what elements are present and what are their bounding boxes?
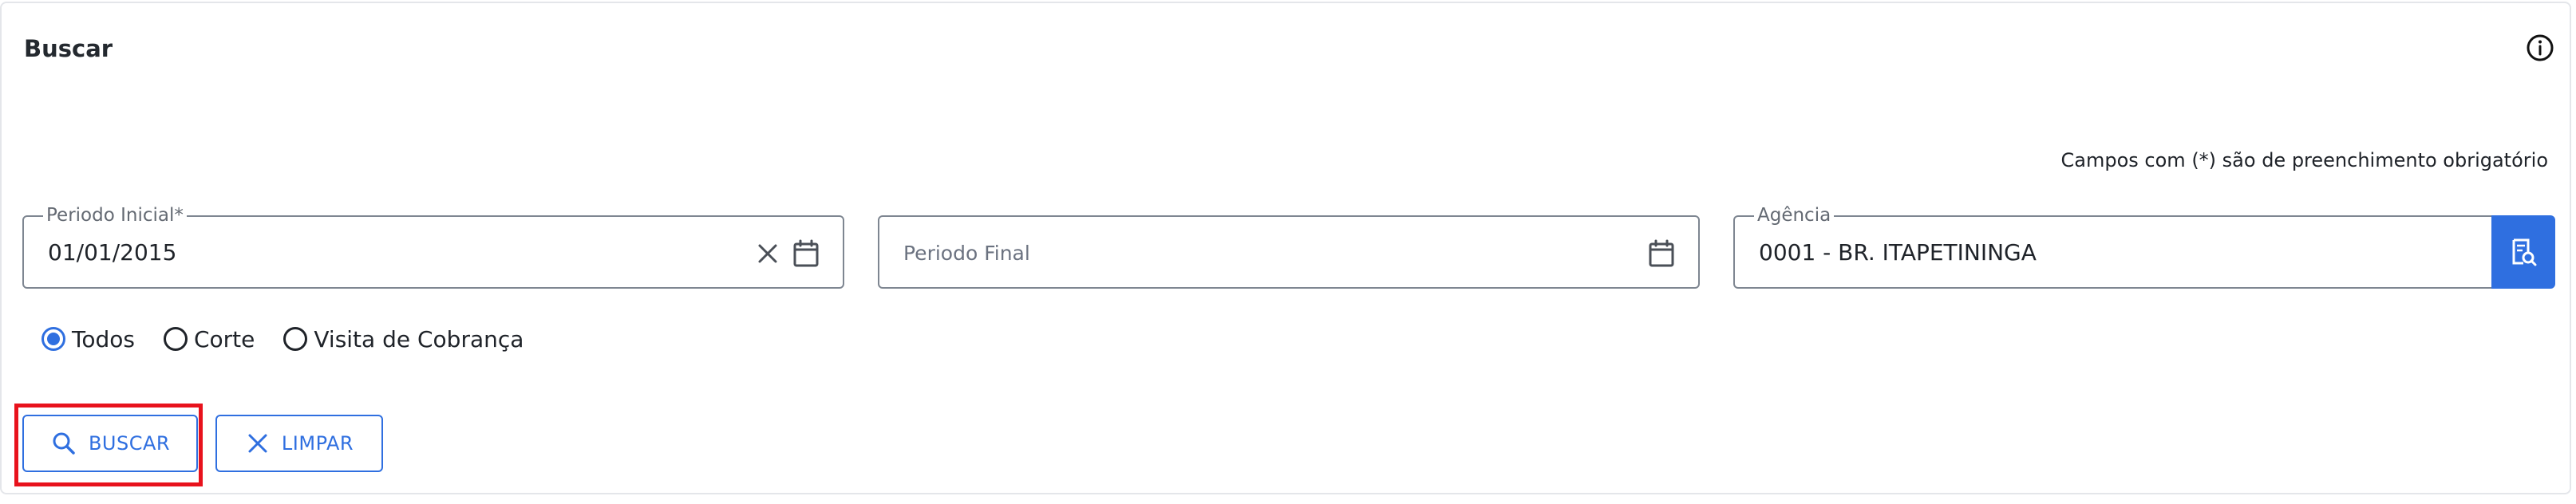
radio-circle[interactable]: [163, 327, 188, 351]
periodo-final-field[interactable]: Periodo Final: [878, 215, 1700, 289]
radio-circle-checked[interactable]: [41, 327, 65, 351]
calendar-icon[interactable]: [790, 238, 822, 270]
limpar-button[interactable]: LIMPAR: [215, 415, 383, 472]
limpar-button-label: LIMPAR: [281, 432, 354, 455]
agencia-label: Agência: [1754, 204, 1835, 226]
search-icon: [53, 432, 75, 455]
agencia-search-button[interactable]: [2491, 215, 2555, 289]
buscar-button[interactable]: BUSCAR: [22, 415, 198, 472]
filter-radio-group: Todos Corte Visita de Cobrança: [41, 321, 552, 356]
radio-visita-cobranca-label[interactable]: Visita de Cobrança: [314, 326, 523, 352]
info-circle-icon[interactable]: [2524, 32, 2556, 64]
periodo-final-placeholder[interactable]: Periodo Final: [903, 241, 1030, 266]
radio-todos-label[interactable]: Todos: [72, 326, 135, 352]
radio-visita-cobranca[interactable]: Visita de Cobrança: [283, 326, 523, 352]
periodo-inicial-field[interactable]: Periodo Inicial* 01/01/2015: [22, 204, 844, 289]
radio-todos[interactable]: Todos: [41, 326, 135, 352]
close-icon: [248, 434, 267, 453]
close-icon[interactable]: [752, 238, 784, 270]
radio-corte-label[interactable]: Corte: [194, 326, 255, 352]
periodo-inicial-value[interactable]: 01/01/2015: [48, 239, 176, 266]
periodo-inicial-label: Periodo Inicial*: [43, 204, 187, 226]
agencia-field[interactable]: Agência 0001 - BR. ITAPETININGA: [1733, 204, 2550, 289]
buscar-button-label: BUSCAR: [88, 432, 171, 455]
required-fields-note: Campos com (*) são de preenchimento obri…: [2060, 149, 2548, 171]
radio-circle[interactable]: [283, 327, 308, 351]
radio-corte[interactable]: Corte: [163, 326, 255, 352]
document-search-icon: [2512, 238, 2537, 266]
agencia-value[interactable]: 0001 - BR. ITAPETININGA: [1759, 239, 2037, 266]
calendar-icon[interactable]: [1646, 238, 1677, 270]
search-page: Buscar Campos com (*) são de preenchimen…: [0, 0, 2576, 504]
panel-title: Buscar: [24, 35, 113, 62]
